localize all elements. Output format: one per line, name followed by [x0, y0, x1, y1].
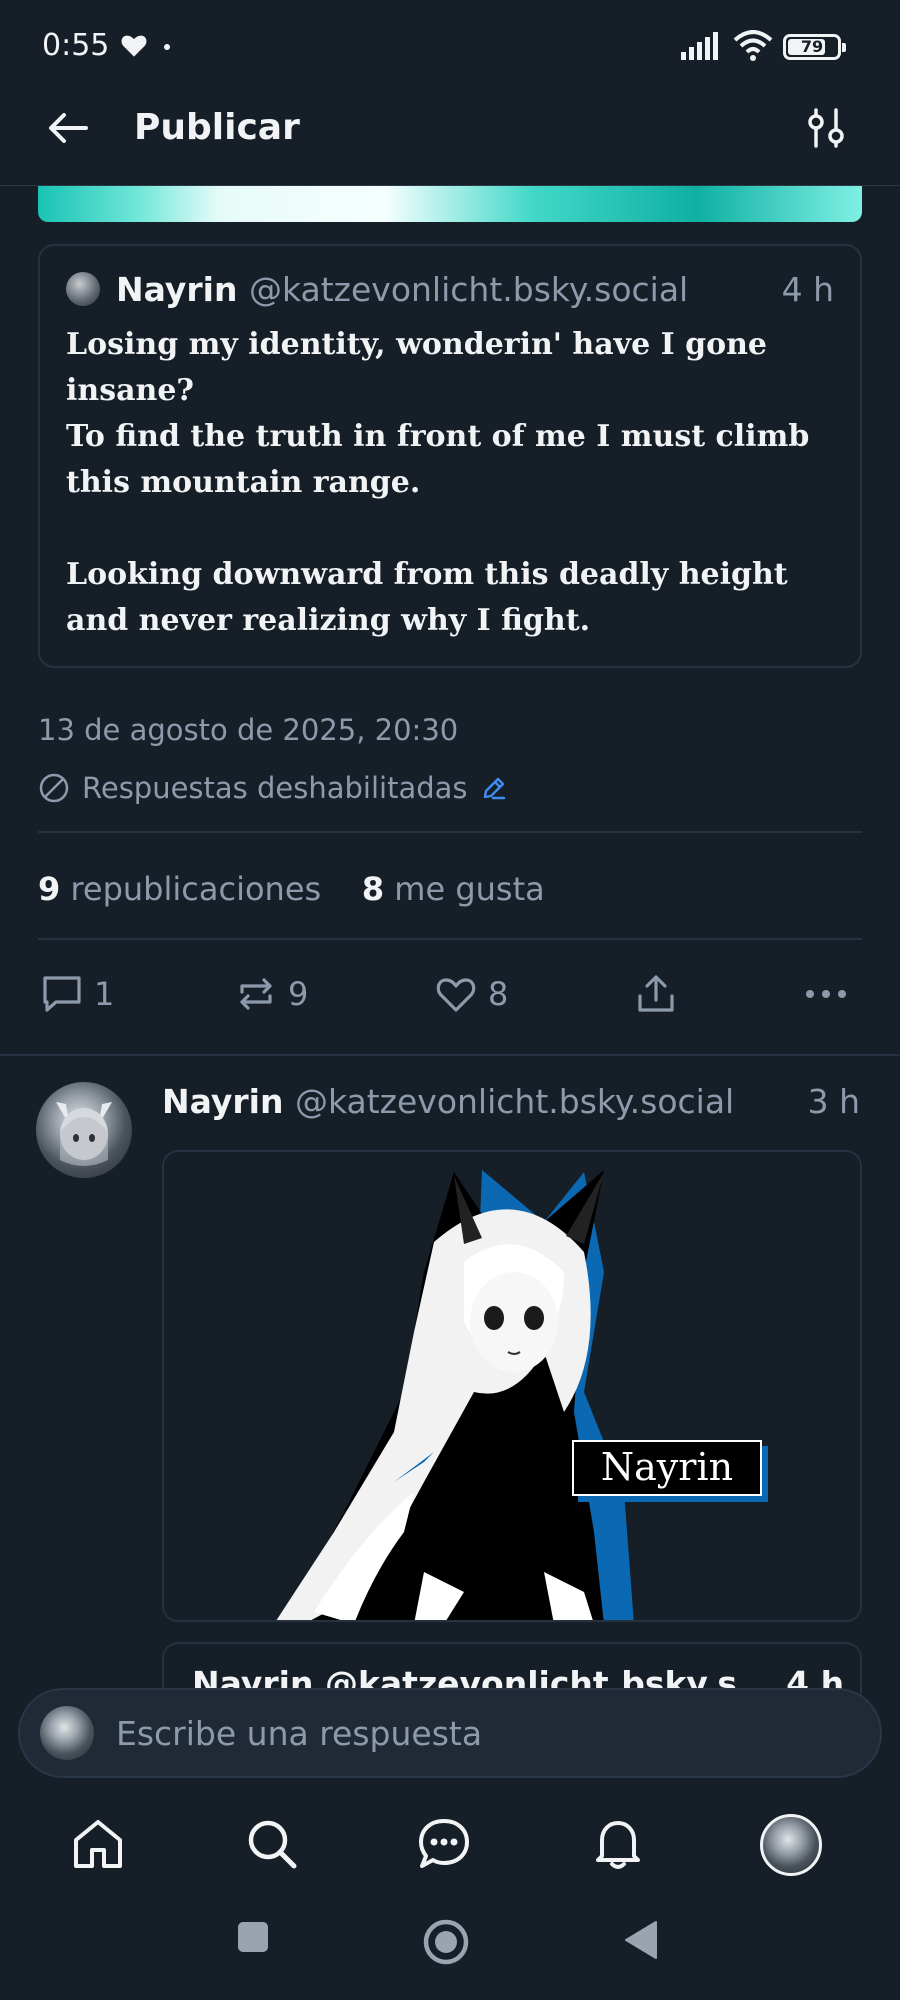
divider: [38, 938, 862, 940]
post-author-handle[interactable]: @katzevonlicht.bsky.social: [295, 1082, 734, 1121]
image-name-tag: Nayrin: [572, 1440, 762, 1496]
repost-button[interactable]: 9: [234, 968, 308, 1020]
reply-composer[interactable]: Escribe una respuesta: [18, 1688, 882, 1778]
reply-button[interactable]: 1: [40, 968, 114, 1020]
heart-notification-icon: [121, 35, 147, 57]
status-time: 0:55: [42, 28, 110, 63]
thread-divider: [0, 1054, 900, 1056]
share-icon: [638, 975, 674, 1012]
engagement-counts: 9 republicaciones 8 me gusta: [38, 868, 545, 910]
like-count: 8: [488, 975, 509, 1013]
reply-count: 1: [94, 975, 115, 1013]
back-triangle-icon[interactable]: [622, 1920, 658, 1960]
share-button[interactable]: [634, 968, 688, 1020]
reply-avatar: [40, 1706, 94, 1760]
replies-status[interactable]: Respuestas deshabilitadas: [38, 768, 508, 808]
post-time: 3 h: [807, 1082, 860, 1121]
ban-icon: [39, 773, 69, 803]
battery-level: 79: [800, 37, 824, 56]
quoted-author-handle: @katzevonlicht.bsky.social: [248, 270, 689, 309]
reposts-label[interactable]: republicaciones: [70, 870, 321, 908]
chat-icon[interactable]: [414, 1814, 474, 1874]
more-options-button[interactable]: [802, 968, 860, 1020]
quoted-author-name: Nayrin: [116, 270, 238, 309]
profile-avatar[interactable]: [760, 1814, 822, 1876]
heart-icon: [436, 978, 476, 1012]
repost-icon: [240, 978, 272, 1010]
recents-icon[interactable]: [236, 1920, 270, 1954]
anime-cat-girl-illustration: [276, 1170, 634, 1620]
post-image[interactable]: [162, 1150, 862, 1622]
bell-icon[interactable]: [588, 1814, 648, 1874]
post-image-bottom-edge[interactable]: [38, 186, 862, 222]
sliders-icon[interactable]: [802, 104, 850, 152]
battery-indicator: 79: [783, 34, 846, 60]
search-icon[interactable]: [242, 1814, 302, 1874]
page-title: Publicar: [134, 107, 300, 148]
home-circle-icon[interactable]: [422, 1918, 470, 1966]
reply-placeholder[interactable]: Escribe una respuesta: [116, 1714, 482, 1753]
wifi-icon: [733, 30, 773, 61]
post-author-line: Nayrin @katzevonlicht.bsky.social: [162, 1080, 734, 1124]
arrow-left-icon[interactable]: [44, 104, 92, 152]
likes-number[interactable]: 8: [362, 870, 384, 908]
like-button[interactable]: 8: [434, 968, 508, 1020]
avatar-art: [56, 1102, 112, 1166]
repost-count: 9: [288, 975, 309, 1013]
reposts-number[interactable]: 9: [38, 870, 60, 908]
divider: [38, 831, 862, 833]
pencil-icon[interactable]: [480, 774, 508, 802]
more-icon: [806, 990, 846, 998]
post-author-name[interactable]: Nayrin: [162, 1082, 283, 1121]
likes-label[interactable]: me gusta: [394, 870, 544, 908]
post-date: 13 de agosto de 2025, 20:30: [38, 713, 459, 747]
quoted-post-text: Losing my identity, wonderin' have I gon…: [66, 327, 810, 638]
author-avatar[interactable]: [36, 1082, 132, 1178]
notification-dot: [164, 44, 170, 50]
quoted-author-line: Nayrin @katzevonlicht.bsky.social: [116, 270, 688, 310]
quoted-post-time: 4 h: [781, 270, 834, 309]
signal-icon: [681, 32, 718, 60]
replies-status-label: Respuestas deshabilitadas: [82, 771, 468, 805]
quoted-author-avatar: [66, 272, 100, 306]
comment-icon: [43, 976, 81, 1012]
home-icon[interactable]: [68, 1814, 128, 1874]
